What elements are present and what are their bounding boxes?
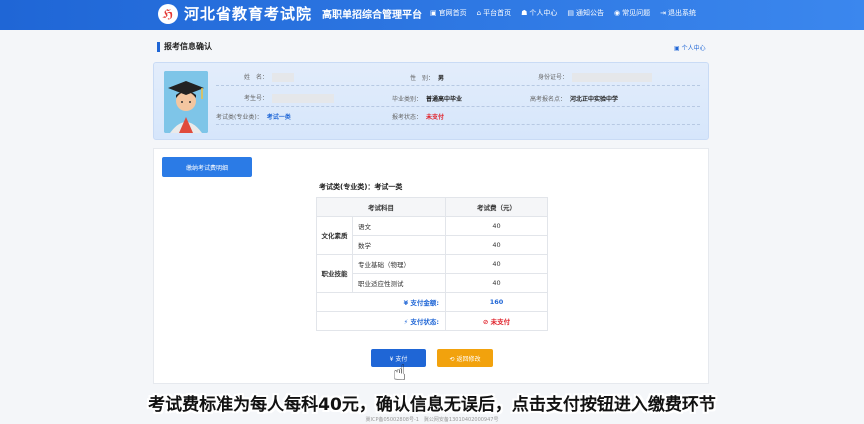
apply-status-field: 报考状态： 未支付 bbox=[392, 112, 444, 121]
user-icon: ☗ bbox=[521, 9, 528, 17]
graduate-avatar-icon bbox=[164, 71, 208, 133]
brand[interactable]: ℌ 河北省教育考试院 高职单招综合管理平台 bbox=[158, 3, 422, 24]
section-title: 报考信息确认 bbox=[157, 42, 212, 52]
category-field: 考试类(专业类)： 考试一类 bbox=[216, 112, 291, 121]
top-nav: ▣ 官网首页 ⌂ 平台首页 ☗ 个人中心 ▤ 通知公告 ◉ 常见问题 ⇥ 退出系统 bbox=[430, 8, 696, 18]
grad-type-field: 毕业类别： 普通高中毕业 bbox=[392, 94, 462, 103]
name-value-masked bbox=[272, 73, 295, 82]
category-label: 考试类(专业类)： bbox=[216, 113, 263, 121]
nav-faq[interactable]: ◉ 常见问题 bbox=[614, 8, 650, 18]
subject-cell: 语文 bbox=[352, 216, 446, 236]
nav-label: 官网首页 bbox=[438, 9, 467, 17]
pay-status-row: ⚡ 支付状态: ⊘ 未支付 bbox=[316, 311, 548, 331]
subject-cell: 职业适应性测试 bbox=[352, 273, 446, 293]
info-row-3: 考试类(专业类)： 考试一类 报考状态： 未支付 bbox=[216, 108, 700, 125]
nav-personal-center[interactable]: ☗ 个人中心 bbox=[521, 8, 557, 18]
column-header: 考试科目 bbox=[316, 197, 446, 217]
nav-label: 个人中心 bbox=[529, 9, 558, 17]
id-value-masked bbox=[572, 73, 653, 82]
fee-table: 考试科目 考试费（元） 文化素质 语文 40 数学 40 职业技能 专业基础（物… bbox=[316, 197, 548, 331]
pay-status-label: ⚡ 支付状态: bbox=[316, 311, 446, 331]
exam-type-heading: 考试类(专业类)：考试一类 bbox=[319, 183, 403, 191]
footer-icp: 冀ICP备05002808号-1 冀公网安备13010402000947号 bbox=[365, 417, 499, 423]
exam-no-value-masked bbox=[272, 94, 335, 103]
group-cell: 职业技能 bbox=[316, 254, 353, 293]
brand-subtitle: 高职单招综合管理平台 bbox=[322, 10, 423, 21]
total-row: ¥ 支付金额: 160 bbox=[316, 292, 548, 312]
table-header-row: 考试科目 考试费（元） bbox=[316, 197, 548, 217]
name-field: 姓 名： bbox=[244, 72, 295, 82]
brand-title: 河北省教育考试院 bbox=[184, 5, 313, 23]
pay-status-value: ⊘ 未支付 bbox=[445, 311, 548, 331]
table-row: 文化素质 语文 40 bbox=[316, 216, 548, 255]
id-label: 身份证号： bbox=[538, 74, 569, 81]
fee-cell: 40 bbox=[445, 273, 548, 293]
info-row-1: 姓 名： 性 别：男 身份证号： bbox=[216, 69, 700, 86]
grad-type-label: 毕业类别： bbox=[392, 95, 423, 103]
category-value: 考试一类 bbox=[266, 113, 291, 121]
chat-icon: ◉ bbox=[613, 9, 621, 17]
candidate-info-card: 姓 名： 性 别：男 身份证号： 考生号： 毕业类别： 普通高中毕业 高考报名点：… bbox=[153, 62, 709, 140]
exam-no-field: 考生号： bbox=[244, 93, 335, 103]
site-label: 高考报名点： bbox=[530, 95, 567, 103]
logout-icon: ⇥ bbox=[660, 9, 666, 17]
fee-cell: 40 bbox=[445, 254, 548, 274]
video-caption: 考试费标准为每人每科40元，确认信息无误后，点击支付按钮进入缴费环节 bbox=[148, 395, 716, 415]
nav-label: 常见问题 bbox=[622, 9, 651, 17]
back-edit-button[interactable]: ⟲ 返回修改 bbox=[437, 349, 493, 367]
nav-logout[interactable]: ⇥ 退出系统 bbox=[660, 8, 696, 18]
name-label: 姓 名： bbox=[244, 74, 269, 81]
apply-status-label: 报考状态： bbox=[392, 113, 423, 121]
column-header: 考试费（元） bbox=[445, 197, 548, 217]
fee-panel: 缴纳考试费明细 考试类(专业类)：考试一类 考试科目 考试费（元） 文化素质 语… bbox=[153, 148, 709, 386]
gender-field: 性 别：男 bbox=[410, 73, 444, 82]
personal-center-link-label: 个人中心 bbox=[681, 45, 706, 52]
top-header-bar: ℌ 河北省教育考试院 高职单招综合管理平台 ▣ 官网首页 ⌂ 平台首页 ☗ 个人中心 … bbox=[0, 0, 864, 30]
site-value: 河北正中实验中学 bbox=[570, 95, 619, 103]
id-field: 身份证号： bbox=[538, 72, 653, 82]
grad-type-value: 普通高中毕业 bbox=[426, 95, 463, 103]
personal-center-link[interactable]: ▣ 个人中心 bbox=[674, 43, 706, 52]
total-value: 160 bbox=[445, 292, 548, 312]
info-row-2: 考生号： 毕业类别： 普通高中毕业 高考报名点： 河北正中实验中学 bbox=[216, 90, 700, 107]
nav-platform-home[interactable]: ⌂ 平台首页 bbox=[477, 8, 511, 18]
home-icon: ⌂ bbox=[476, 9, 482, 17]
nav-official-home[interactable]: ▣ 官网首页 bbox=[430, 8, 467, 18]
nav-label: 退出系统 bbox=[667, 9, 696, 17]
subject-cell: 数学 bbox=[352, 235, 446, 255]
nav-notices[interactable]: ▤ 通知公告 bbox=[567, 8, 604, 18]
graduate-avatar bbox=[164, 71, 208, 133]
fee-cell: 40 bbox=[445, 235, 548, 255]
hand-cursor-icon: ☝ bbox=[393, 361, 407, 386]
gender-value: 男 bbox=[438, 74, 445, 82]
website-icon: ▣ bbox=[430, 9, 437, 17]
total-label: ¥ 支付金额: bbox=[316, 292, 446, 312]
site-field: 高考报名点： 河北正中实验中学 bbox=[530, 94, 618, 103]
exam-no-label: 考生号： bbox=[244, 95, 269, 102]
exam-institute-logo-icon: ℌ bbox=[158, 3, 178, 24]
group-cell: 文化素质 bbox=[316, 216, 353, 255]
fee-detail-tab[interactable]: 缴纳考试费明细 bbox=[162, 157, 252, 177]
subject-cell: 专业基础（物理） bbox=[352, 254, 446, 274]
fee-cell: 40 bbox=[445, 216, 548, 236]
table-row: 职业技能 专业基础（物理） 40 bbox=[316, 254, 548, 293]
notice-icon: ▤ bbox=[567, 9, 574, 17]
apply-status-value: 未支付 bbox=[426, 113, 445, 121]
nav-label: 通知公告 bbox=[575, 9, 604, 17]
gender-label: 性 别： bbox=[410, 74, 435, 82]
nav-label: 平台首页 bbox=[483, 9, 512, 17]
